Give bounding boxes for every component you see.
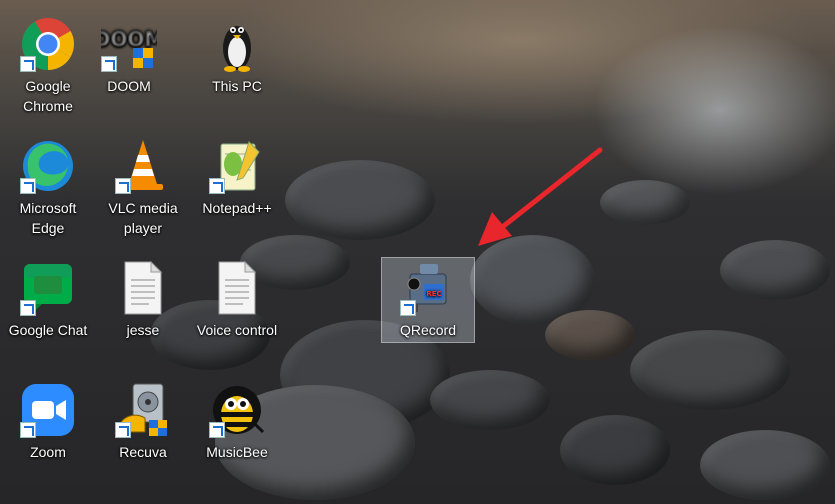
svg-text:DOOM: DOOM [101,27,157,51]
shortcut-arrow-icon [20,422,36,438]
desktop: Google Chrome DOOM DOOM This PC Microsof… [0,0,835,504]
desktop-icon-voice-control[interactable]: Voice control [191,260,283,370]
tux-penguin-icon [209,16,265,72]
vlc-cone-icon [115,138,171,194]
wallpaper-stone [285,160,435,240]
shortcut-arrow-icon [101,56,117,72]
desktop-icon-zoom[interactable]: Zoom [2,382,94,492]
google-chat-icon [20,260,76,316]
icon-label: Google Chat [8,322,88,338]
desktop-icon-vlc-media-player[interactable]: VLC media player [97,138,189,248]
icon-label: jesse [126,322,160,338]
icon-label: MusicBee [206,444,268,460]
shortcut-arrow-icon [115,422,131,438]
wallpaper-stone [600,180,690,225]
shortcut-arrow-icon [209,422,225,438]
desktop-icon-google-chat[interactable]: Google Chat [2,260,94,370]
icon-label: This PC [212,78,262,94]
recuva-icon [115,382,171,438]
shortcut-arrow-icon [209,178,225,194]
doom-icon: DOOM [93,16,165,72]
zoom-camera-icon [20,382,76,438]
icon-label: QRecord [399,322,457,338]
wallpaper-stone [630,330,790,410]
icon-label: Voice control [196,322,278,338]
desktop-icon-microsoft-edge[interactable]: Microsoft Edge [2,138,94,248]
icon-label: Zoom [30,444,66,460]
wallpaper-stone [430,370,550,430]
musicbee-icon [209,382,265,438]
desktop-icon-doom[interactable]: DOOM DOOM [83,16,175,126]
shortcut-arrow-icon [115,178,131,194]
desktop-icon-musicbee[interactable]: MusicBee [191,382,283,492]
annotation-arrow-icon [478,147,603,246]
shortcut-arrow-icon [400,300,416,316]
wallpaper-stone [560,415,670,485]
icon-label: Microsoft Edge [19,200,77,236]
wallpaper-stone [700,430,830,500]
document-icon [209,260,265,316]
shortcut-arrow-icon [20,56,36,72]
desktop-icon-recuva[interactable]: Recuva [97,382,189,492]
icon-label: Google Chrome [23,78,73,114]
icon-label: Recuva [119,444,167,460]
icon-label: VLC media player [108,200,178,236]
edge-icon [20,138,76,194]
notepadpp-icon [209,138,265,194]
shortcut-arrow-icon [20,300,36,316]
desktop-icon-jesse[interactable]: jesse [97,260,189,370]
chrome-icon [20,16,76,72]
desktop-icon-notepadpp[interactable]: Notepad++ [191,138,283,248]
camcorder-icon: REC [400,260,456,316]
wallpaper-stone [545,310,635,360]
document-icon [115,260,171,316]
svg-text:REC: REC [426,290,441,298]
desktop-icon-qrecord[interactable]: REC QRecord [382,260,474,370]
shortcut-arrow-icon [20,178,36,194]
icon-label: DOOM [107,78,151,94]
icon-label: Notepad++ [202,200,272,216]
desktop-icon-google-chrome[interactable]: Google Chrome [2,16,94,126]
wallpaper-stone [720,240,830,300]
desktop-icon-this-pc[interactable]: This PC [191,16,283,126]
